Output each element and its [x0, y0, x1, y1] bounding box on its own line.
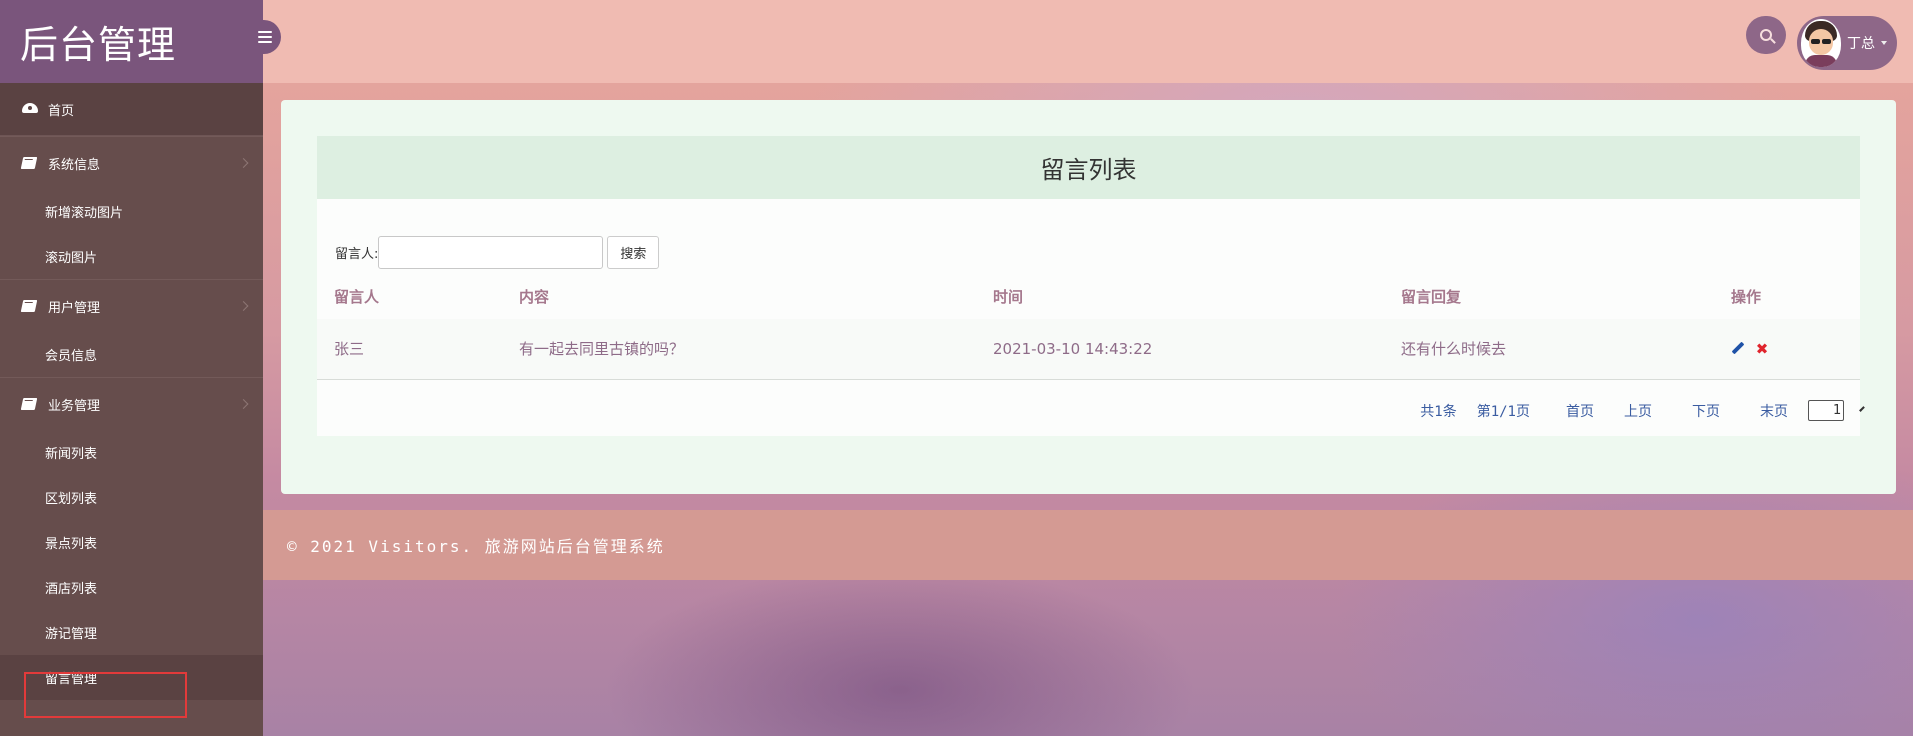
sidebar-item-news[interactable]: 新闻列表 [0, 430, 263, 475]
cell-reply: 还有什么时候去 [1384, 319, 1714, 380]
column-header-author: 留言人 [334, 287, 380, 306]
sidebar-item-add-slide[interactable]: 新增滚动图片 [0, 189, 263, 234]
pagination-last-link[interactable]: 末页 [1760, 401, 1788, 421]
sidebar-item-label: 区划列表 [45, 492, 98, 507]
footer: © 2021 Visitors. 旅游网站后台管理系统 [263, 510, 1913, 580]
book-icon [20, 300, 38, 312]
hamburger-icon [258, 31, 272, 43]
pagination-total: 共1条 [1420, 403, 1457, 420]
sidebar-group-system[interactable]: 系统信息 [0, 136, 263, 189]
cell-actions: ✖ [1714, 319, 1860, 380]
user-name: 丁总 [1847, 36, 1875, 52]
sidebar: 后台管理 首页 系统信息 新增滚动图片 滚动图片 用户管理 会员信息 业务管理 [0, 0, 263, 736]
book-icon [20, 157, 38, 169]
column-header-content: 内容 [519, 287, 550, 306]
sidebar-item-home[interactable]: 首页 [0, 83, 263, 136]
edit-icon[interactable] [1731, 341, 1745, 355]
sidebar-group-label: 系统信息 [48, 157, 101, 173]
message-panel: 留言列表 留言人: 搜索 留言人 内容 时间 留言回复 操作 张三 有一起去同里… [317, 136, 1866, 436]
sidebar-item-label: 滚动图片 [45, 251, 98, 266]
sidebar-item-members[interactable]: 会员信息 [0, 332, 263, 377]
table-row: 张三 有一起去同里古镇的吗？ 2021-03-10 14:43:22 还有什么时… [317, 319, 1860, 380]
sidebar-item-label: 游记管理 [45, 627, 98, 642]
panel-header: 留言列表 [317, 136, 1860, 199]
avatar [1801, 19, 1841, 67]
sidebar-menu: 首页 系统信息 新增滚动图片 滚动图片 用户管理 会员信息 业务管理 新闻列表 [0, 83, 263, 700]
column-header-time: 时间 [993, 287, 1024, 306]
pagination-page-info: 第1/1页 [1476, 403, 1530, 420]
message-table: 留言人 内容 时间 留言回复 操作 张三 有一起去同里古镇的吗？ 2021-03… [317, 273, 1860, 380]
chevron-right-icon [238, 399, 249, 409]
sidebar-group-label: 用户管理 [48, 300, 101, 316]
column-header-actions: 操作 [1731, 287, 1762, 306]
pagination-prev-link[interactable]: 上页 [1624, 401, 1652, 421]
sidebar-group-label: 业务管理 [48, 398, 101, 414]
page-select-value: 1 [1833, 403, 1842, 418]
sidebar-item-label: 景点列表 [45, 537, 98, 552]
sidebar-item-attractions[interactable]: 景点列表 [0, 520, 263, 565]
cell-content: 有一起去同里古镇的吗？ [502, 319, 976, 380]
chevron-right-icon [238, 158, 249, 168]
search-button[interactable] [1746, 16, 1786, 54]
sidebar-item-slides[interactable]: 滚动图片 [0, 234, 263, 279]
sidebar-item-regions[interactable]: 区划列表 [0, 475, 263, 520]
delete-icon[interactable]: ✖ [1756, 340, 1769, 358]
brand-title: 后台管理 [20, 23, 177, 67]
author-filter-input[interactable] [378, 236, 604, 269]
brand: 后台管理 [0, 0, 263, 83]
content-card: 留言列表 留言人: 搜索 留言人 内容 时间 留言回复 操作 张三 有一起去同里… [281, 100, 1896, 494]
page-title: 留言列表 [1040, 156, 1137, 184]
sidebar-item-label: 首页 [48, 103, 75, 119]
sidebar-item-label: 会员信息 [45, 349, 98, 364]
active-item-highlight [24, 672, 187, 718]
cell-time: 2021-03-10 14:43:22 [976, 319, 1384, 380]
pagination-next-link[interactable]: 下页 [1692, 401, 1720, 421]
filter-bar: 留言人: 搜索 [335, 236, 660, 269]
dashboard-icon [22, 103, 38, 115]
author-filter-label: 留言人: [335, 247, 379, 262]
pagination-first-link[interactable]: 首页 [1566, 401, 1594, 421]
sidebar-group-business[interactable]: 业务管理 [0, 377, 263, 430]
caret-down-icon [1881, 41, 1887, 45]
sidebar-item-hotels[interactable]: 酒店列表 [0, 565, 263, 610]
sidebar-group-users[interactable]: 用户管理 [0, 279, 263, 332]
table-header-row: 留言人 内容 时间 留言回复 操作 [317, 273, 1860, 319]
search-submit-button[interactable]: 搜索 [607, 236, 660, 269]
column-header-reply: 留言回复 [1401, 287, 1462, 306]
chevron-right-icon [238, 301, 249, 311]
search-icon [1760, 29, 1772, 41]
user-menu[interactable]: 丁总 [1797, 16, 1897, 70]
footer-text: © 2021 Visitors. 旅游网站后台管理系统 [287, 537, 665, 556]
chevron-down-icon [1859, 405, 1866, 412]
sidebar-item-label: 新增滚动图片 [45, 206, 124, 221]
sidebar-item-label: 酒店列表 [45, 582, 98, 597]
top-bar [263, 0, 1913, 83]
sidebar-item-travelogues[interactable]: 游记管理 [0, 610, 263, 655]
sidebar-item-label: 新闻列表 [45, 447, 98, 462]
cell-author: 张三 [317, 319, 502, 380]
page-select[interactable]: 1 [1808, 400, 1866, 421]
book-icon [20, 398, 38, 410]
pagination: 共1条 第1/1页 首页 上页 下页 末页 1 [1420, 400, 1866, 421]
